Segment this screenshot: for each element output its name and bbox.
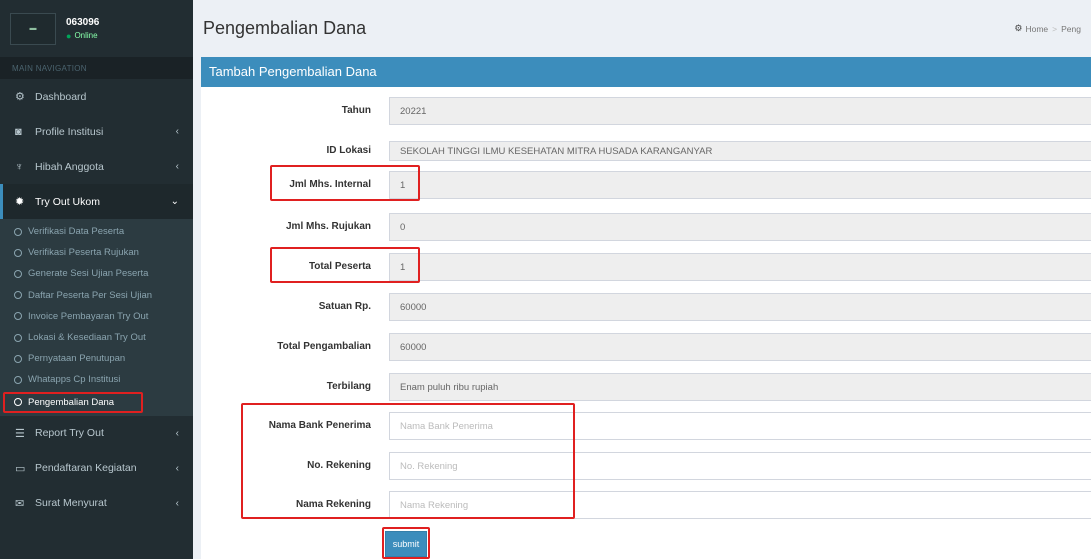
submenu-item-whatapps-cp[interactable]: Whatapps Cp Institusi bbox=[0, 369, 193, 390]
sidebar-item-hibah-anggota[interactable]: ♆ Hibah Anggota ‹ bbox=[0, 149, 193, 184]
jml-internal-label: Jml Mhs. Internal bbox=[289, 179, 371, 190]
nama-rekening-input[interactable]: Nama Rekening bbox=[389, 491, 1091, 519]
form-row-total-peserta: Total Peserta 1 bbox=[201, 253, 1091, 281]
sidebar-item-label: Hibah Anggota bbox=[35, 160, 104, 173]
nama-bank-input[interactable]: Nama Bank Penerima bbox=[389, 412, 1091, 440]
institution-logo-icon: ▬ bbox=[29, 25, 37, 32]
form-row-id-lokasi: ID Lokasi SEKOLAH TINGGI ILMU KESEHATAN … bbox=[201, 137, 1091, 165]
sidebar-item-label: Profile Institusi bbox=[35, 125, 104, 138]
try-out-submenu: Verifikasi Data Peserta Verifikasi Peser… bbox=[0, 219, 193, 416]
form-row-jml-rujukan: Jml Mhs. Rujukan 0 bbox=[201, 213, 1091, 241]
circle-icon bbox=[14, 248, 22, 257]
form-row-satuan: Satuan Rp. 60000 bbox=[201, 293, 1091, 321]
submenu-item-generate-sesi-ujian[interactable]: Generate Sesi Ujian Peserta bbox=[0, 263, 193, 284]
terbilang-label: Terbilang bbox=[326, 381, 371, 392]
circle-icon bbox=[14, 312, 22, 321]
sidebar-item-label: Report Try Out bbox=[35, 427, 104, 440]
sidebar-item-try-out-ukom[interactable]: ✹ Try Out Ukom ⌄ bbox=[0, 184, 193, 219]
online-dot-icon: ● bbox=[66, 30, 72, 41]
total-peserta-field[interactable]: 1 bbox=[389, 253, 1091, 281]
gear-icon: ✹ bbox=[15, 196, 25, 208]
chevron-left-icon: ‹ bbox=[175, 161, 179, 172]
user-status: ● Online bbox=[66, 31, 99, 41]
sidebar-item-label: Surat Menyurat bbox=[35, 497, 107, 510]
tahun-label: Tahun bbox=[341, 105, 371, 116]
list-icon: ☰ bbox=[15, 427, 25, 440]
total-pengambalian-label: Total Pengambalian bbox=[277, 341, 371, 352]
sidebar-item-dashboard[interactable]: ⚙ Dashboard bbox=[0, 79, 193, 114]
sidebar-item-label: Pendaftaran Kegiatan bbox=[35, 462, 137, 475]
nama-bank-label: Nama Bank Penerima bbox=[268, 420, 371, 431]
nama-rekening-label: Nama Rekening bbox=[295, 499, 371, 510]
sidebar-item-profile-institusi[interactable]: ◙ Profile Institusi ‹ bbox=[0, 114, 193, 149]
tahun-field[interactable]: 20221 bbox=[389, 97, 1091, 125]
no-rekening-input[interactable]: No. Rekening bbox=[389, 452, 1091, 480]
circle-icon bbox=[14, 333, 22, 342]
jml-rujukan-label: Jml Mhs. Rujukan bbox=[285, 221, 371, 232]
envelope-icon: ✉ bbox=[15, 497, 25, 510]
form-title: Tambah Pengembalian Dana bbox=[201, 57, 1091, 87]
circle-icon bbox=[14, 375, 22, 384]
submenu-item-invoice-pembayaran[interactable]: Invoice Pembayaran Try Out bbox=[0, 306, 193, 327]
form-row-no-rekening: No. Rekening No. Rekening bbox=[201, 452, 1091, 480]
user-name: 063096 bbox=[66, 16, 100, 28]
sidebar: ▬ 063096 ● Online MAIN NAVIGATION ⚙ Dash… bbox=[0, 0, 193, 559]
submenu-item-verifikasi-peserta-rujukan[interactable]: Verifikasi Peserta Rujukan bbox=[0, 242, 193, 263]
circle-icon bbox=[14, 354, 22, 363]
page-title: Pengembalian Dana bbox=[203, 18, 367, 38]
nav-header: MAIN NAVIGATION bbox=[0, 57, 193, 79]
id-lokasi-label: ID Lokasi bbox=[326, 145, 371, 156]
main-content: Pengembalian Dana ⚙ Home > Peng Tambah P… bbox=[193, 0, 1091, 559]
breadcrumb: ⚙ Home > Peng bbox=[1014, 23, 1081, 34]
satuan-field[interactable]: 60000 bbox=[389, 293, 1091, 321]
user-status-label: Online bbox=[74, 31, 98, 40]
jml-rujukan-field[interactable]: 0 bbox=[389, 213, 1091, 241]
chevron-left-icon: ‹ bbox=[175, 497, 179, 509]
sidebar-item-label: Dashboard bbox=[35, 90, 87, 103]
circle-icon bbox=[14, 291, 22, 300]
terbilang-field[interactable]: Enam puluh ribu rupiah bbox=[389, 373, 1091, 401]
form-row-nama-bank: Nama Bank Penerima Nama Bank Penerima bbox=[201, 412, 1091, 440]
chevron-left-icon: ‹ bbox=[175, 427, 179, 439]
breadcrumb-current: Peng bbox=[1061, 23, 1081, 34]
camera-icon: ◙ bbox=[15, 125, 22, 138]
sidebar-item-report-try-out[interactable]: ☰ Report Try Out ‹ bbox=[0, 416, 193, 451]
calendar-icon: ▭ bbox=[15, 462, 26, 475]
submenu-item-daftar-peserta-per-sesi[interactable]: Daftar Peserta Per Sesi Ujian bbox=[0, 285, 193, 306]
submit-button[interactable]: submit bbox=[385, 531, 427, 557]
breadcrumb-separator: > bbox=[1052, 23, 1058, 34]
chevron-down-icon: ⌄ bbox=[170, 196, 179, 207]
form-row-terbilang: Terbilang Enam puluh ribu rupiah bbox=[201, 373, 1091, 401]
submenu-item-verifikasi-data-peserta[interactable]: Verifikasi Data Peserta bbox=[0, 221, 193, 242]
form-row-jml-internal: Jml Mhs. Internal 1 bbox=[201, 171, 1091, 199]
submenu-item-pengembalian-dana[interactable]: Pengembalian Dana bbox=[3, 391, 143, 413]
jml-internal-field[interactable]: 1 bbox=[389, 171, 1091, 199]
chevron-left-icon: ‹ bbox=[175, 462, 179, 474]
avatar: ▬ bbox=[10, 12, 56, 45]
user-panel: ▬ 063096 ● Online bbox=[0, 0, 193, 57]
satuan-label: Satuan Rp. bbox=[318, 301, 371, 312]
form-row-total-pengambalian: Total Pengambalian 60000 bbox=[201, 333, 1091, 361]
page-header: Pengembalian Dana ⚙ Home > Peng bbox=[193, 0, 1091, 57]
sidebar-item-surat-menyurat[interactable]: ✉ Surat Menyurat ‹ bbox=[0, 486, 193, 521]
id-lokasi-select[interactable]: SEKOLAH TINGGI ILMU KESEHATAN MITRA HUSA… bbox=[389, 141, 1091, 161]
breadcrumb-home[interactable]: Home bbox=[1025, 24, 1048, 34]
circle-icon bbox=[14, 269, 22, 278]
dashboard-icon: ⚙ bbox=[1014, 23, 1023, 33]
sidebar-item-label: Try Out Ukom bbox=[35, 195, 100, 208]
total-peserta-label: Total Peserta bbox=[308, 261, 371, 272]
total-pengambalian-field[interactable]: 60000 bbox=[389, 333, 1091, 361]
submenu-item-lokasi-kesediaan[interactable]: Lokasi & Kesediaan Try Out bbox=[0, 327, 193, 348]
circle-icon bbox=[14, 227, 22, 236]
form-row-nama-rekening: Nama Rekening Nama Rekening bbox=[201, 491, 1091, 519]
sidebar-item-pendaftaran-kegiatan[interactable]: ▭ Pendaftaran Kegiatan ‹ bbox=[0, 451, 193, 486]
circle-icon bbox=[14, 398, 22, 407]
submenu-item-pernyataan-penutupan[interactable]: Pernyataan Penutupan bbox=[0, 348, 193, 369]
form-box: Tambah Pengembalian Dana Tahun 20221 ID … bbox=[201, 57, 1091, 559]
trophy-icon: ♆ bbox=[15, 160, 24, 173]
chevron-left-icon: ‹ bbox=[175, 126, 179, 137]
no-rekening-label: No. Rekening bbox=[307, 460, 371, 471]
dashboard-icon: ⚙ bbox=[15, 91, 25, 103]
form-row-tahun: Tahun 20221 bbox=[201, 97, 1091, 125]
